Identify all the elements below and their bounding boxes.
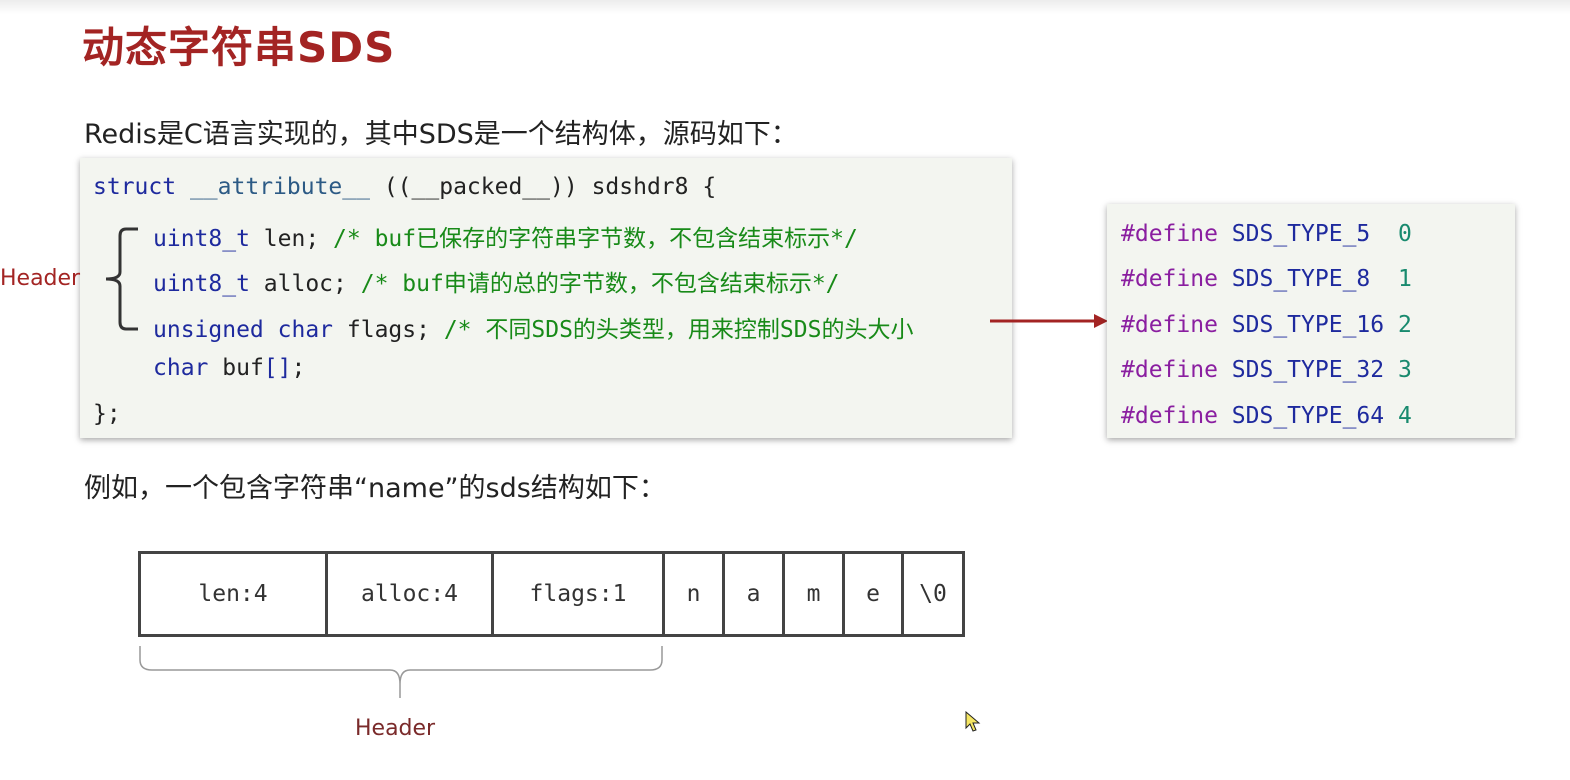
define-keyword: #define [1121, 357, 1218, 383]
define-keyword: #define [1121, 403, 1218, 429]
define-keyword: #define [1121, 221, 1218, 247]
len-type: uint8_t [153, 226, 250, 252]
cell-len: len:4 [141, 554, 328, 634]
buf-type: char [153, 355, 209, 381]
alloc-field: alloc; [263, 271, 347, 297]
cell-alloc: alloc:4 [328, 554, 494, 634]
define-line-4: #define SDS_TYPE_32 3 [1121, 357, 1412, 383]
code-line-4: unsigned char flags; /* 不同SDS的头类型，用来控制SD… [153, 310, 913, 344]
define-name: SDS_TYPE_8 [1231, 266, 1385, 292]
struct-code-block: struct __attribute__ ((__packed__)) sdsh… [80, 158, 1012, 438]
define-keyword: #define [1121, 266, 1218, 292]
define-value: 4 [1397, 403, 1412, 429]
mouse-cursor-icon [965, 711, 981, 732]
bottom-brace-icon [139, 646, 663, 698]
code-line-3: uint8_t alloc; /* buf申请的总的字节数，不包含结束标示*/ [153, 264, 840, 298]
buf-semicolon: ; [291, 355, 306, 381]
define-name: SDS_TYPE_64 [1231, 403, 1385, 429]
cell-char: a [725, 554, 785, 634]
buf-brackets: [] [263, 355, 292, 381]
define-name: SDS_TYPE_16 [1231, 312, 1385, 338]
top-bar [0, 0, 1570, 14]
define-line-3: #define SDS_TYPE_16 2 [1121, 312, 1412, 338]
code-line-5: char buf[]; [153, 355, 305, 381]
define-line-1: #define SDS_TYPE_5 0 [1121, 221, 1412, 247]
define-line-2: #define SDS_TYPE_8 1 [1121, 266, 1412, 292]
sds-structure: len:4 alloc:4 flags:1 n a m e \0 [138, 551, 965, 637]
alloc-comment: /* buf申请的总的字节数，不包含结束标示*/ [360, 271, 840, 297]
define-value: 1 [1397, 266, 1412, 292]
example-text: 例如，一个包含字符串“name”的sds结构如下： [84, 473, 666, 504]
define-value: 2 [1397, 312, 1412, 338]
define-line-5: #define SDS_TYPE_64 4 [1121, 403, 1412, 429]
define-name: SDS_TYPE_32 [1231, 357, 1385, 383]
cell-flags: flags:1 [494, 554, 665, 634]
cell-terminator: \0 [919, 581, 947, 607]
alloc-type: uint8_t [153, 271, 250, 297]
len-field: len; [263, 226, 320, 252]
struct-name: sdshdr8 { [591, 174, 717, 200]
flags-comment: /* 不同SDS的头类型，用来控制SDS的头大小 [443, 317, 914, 343]
attribute-keyword: __attribute__ [189, 174, 370, 200]
arrow-icon [990, 314, 1108, 328]
header-label-left: Header [0, 266, 81, 291]
code-line-1: struct __attribute__ ((__packed__)) sdsh… [93, 174, 716, 200]
header-brace-icon [105, 227, 138, 331]
code-line-6: }; [93, 401, 121, 427]
defines-code-block: #define SDS_TYPE_5 0 #define SDS_TYPE_8 … [1107, 204, 1515, 438]
header-label-bottom: Header [355, 716, 436, 741]
flags-field: flags; [346, 317, 430, 343]
len-comment: /* buf已保存的字符串字节数，不包含结束标示*/ [333, 226, 858, 252]
define-keyword: #define [1121, 312, 1218, 338]
buf-field: buf [222, 355, 264, 381]
define-value: 3 [1397, 357, 1412, 383]
page-title: 动态字符串SDS [82, 23, 396, 72]
packed-attr: ((__packed__)) [383, 174, 578, 200]
flags-type: unsigned char [153, 317, 334, 343]
cell-char: m [785, 554, 845, 634]
cell-char: e [845, 554, 904, 634]
code-line-2: uint8_t len; /* buf已保存的字符串字节数，不包含结束标示*/ [153, 219, 858, 253]
define-name: SDS_TYPE_5 [1231, 221, 1385, 247]
cell-char: n [665, 554, 725, 634]
struct-keyword: struct [93, 174, 177, 200]
intro-text: Redis是C语言实现的，其中SDS是一个结构体，源码如下： [84, 119, 798, 150]
define-value: 0 [1397, 221, 1412, 247]
